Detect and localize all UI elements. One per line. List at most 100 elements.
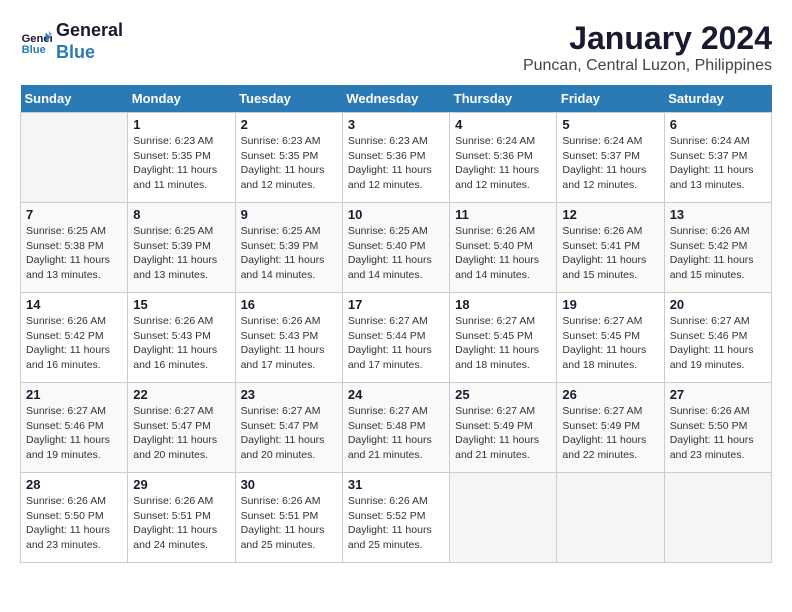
- day-number: 19: [562, 297, 658, 312]
- calendar-cell: 26 Sunrise: 6:27 AMSunset: 5:49 PMDayligh…: [557, 383, 664, 473]
- page-title: January 2024: [523, 20, 772, 57]
- day-info: Sunrise: 6:23 AMSunset: 5:35 PMDaylight:…: [133, 134, 229, 193]
- day-number: 26: [562, 387, 658, 402]
- day-number: 27: [670, 387, 766, 402]
- day-number: 29: [133, 477, 229, 492]
- title-block: January 2024 Puncan, Central Luzon, Phil…: [523, 20, 772, 75]
- day-info: Sunrise: 6:27 AMSunset: 5:49 PMDaylight:…: [562, 404, 658, 463]
- day-number: 17: [348, 297, 444, 312]
- calendar-cell: 17 Sunrise: 6:27 AMSunset: 5:44 PMDayligh…: [342, 293, 449, 383]
- header-monday: Monday: [128, 85, 235, 113]
- day-info: Sunrise: 6:27 AMSunset: 5:45 PMDaylight:…: [562, 314, 658, 373]
- calendar-cell: 29Sunrise: 6:26 AMSunset: 5:51 PMDayligh…: [128, 473, 235, 563]
- day-info: Sunrise: 6:27 AMSunset: 5:49 PMDaylight:…: [455, 404, 551, 463]
- day-info: Sunrise: 6:26 AMSunset: 5:43 PMDaylight:…: [133, 314, 229, 373]
- calendar-cell: [557, 473, 664, 563]
- day-number: 21: [26, 387, 122, 402]
- day-number: 8: [133, 207, 229, 222]
- calendar-cell: [664, 473, 771, 563]
- day-info: Sunrise: 6:27 AMSunset: 5:48 PMDaylight:…: [348, 404, 444, 463]
- calendar-cell: 1 Sunrise: 6:23 AMSunset: 5:35 PMDaylight…: [128, 113, 235, 203]
- header-sunday: Sunday: [21, 85, 128, 113]
- calendar-cell: 14 Sunrise: 6:26 AMSunset: 5:42 PMDayligh…: [21, 293, 128, 383]
- week-row-3: 14 Sunrise: 6:26 AMSunset: 5:42 PMDayligh…: [21, 293, 772, 383]
- day-info: Sunrise: 6:26 AMSunset: 5:41 PMDaylight:…: [562, 224, 658, 283]
- day-info: Sunrise: 6:26 AMSunset: 5:40 PMDaylight:…: [455, 224, 551, 283]
- day-number: 22: [133, 387, 229, 402]
- calendar-cell: 21Sunrise: 6:27 AMSunset: 5:46 PMDayligh…: [21, 383, 128, 473]
- day-number: 1: [133, 117, 229, 132]
- calendar-cell: 8Sunrise: 6:25 AMSunset: 5:39 PMDaylight…: [128, 203, 235, 293]
- day-info: Sunrise: 6:25 AMSunset: 5:40 PMDaylight:…: [348, 224, 444, 283]
- calendar-cell: 20 Sunrise: 6:27 AMSunset: 5:46 PMDayligh…: [664, 293, 771, 383]
- calendar-cell: 16 Sunrise: 6:26 AMSunset: 5:43 PMDayligh…: [235, 293, 342, 383]
- calendar-cell: 13Sunrise: 6:26 AMSunset: 5:42 PMDayligh…: [664, 203, 771, 293]
- day-number: 25: [455, 387, 551, 402]
- calendar-cell: 18Sunrise: 6:27 AMSunset: 5:45 PMDayligh…: [450, 293, 557, 383]
- day-number: 23: [241, 387, 337, 402]
- header-thursday: Thursday: [450, 85, 557, 113]
- day-info: Sunrise: 6:26 AMSunset: 5:52 PMDaylight:…: [348, 494, 444, 553]
- logo: General Blue General Blue: [20, 20, 123, 63]
- day-number: 20: [670, 297, 766, 312]
- calendar-cell: 7 Sunrise: 6:25 AMSunset: 5:38 PMDaylight…: [21, 203, 128, 293]
- day-info: Sunrise: 6:27 AMSunset: 5:47 PMDaylight:…: [133, 404, 229, 463]
- day-number: 12: [562, 207, 658, 222]
- day-info: Sunrise: 6:27 AMSunset: 5:45 PMDaylight:…: [455, 314, 551, 373]
- week-row-1: 1 Sunrise: 6:23 AMSunset: 5:35 PMDaylight…: [21, 113, 772, 203]
- day-info: Sunrise: 6:24 AMSunset: 5:37 PMDaylight:…: [562, 134, 658, 193]
- day-number: 3: [348, 117, 444, 132]
- day-number: 15: [133, 297, 229, 312]
- day-number: 7: [26, 207, 122, 222]
- header-friday: Friday: [557, 85, 664, 113]
- day-number: 5: [562, 117, 658, 132]
- calendar-cell: 2Sunrise: 6:23 AMSunset: 5:35 PMDaylight…: [235, 113, 342, 203]
- calendar-cell: 12 Sunrise: 6:26 AMSunset: 5:41 PMDayligh…: [557, 203, 664, 293]
- logo-blue: Blue: [56, 42, 123, 64]
- day-number: 2: [241, 117, 337, 132]
- day-info: Sunrise: 6:26 AMSunset: 5:50 PMDaylight:…: [670, 404, 766, 463]
- day-number: 9: [241, 207, 337, 222]
- logo-general: General: [56, 20, 123, 42]
- day-info: Sunrise: 6:27 AMSunset: 5:46 PMDaylight:…: [670, 314, 766, 373]
- calendar-cell: 25 Sunrise: 6:27 AMSunset: 5:49 PMDayligh…: [450, 383, 557, 473]
- calendar-cell: 24 Sunrise: 6:27 AMSunset: 5:48 PMDayligh…: [342, 383, 449, 473]
- calendar-cell: 27 Sunrise: 6:26 AMSunset: 5:50 PMDayligh…: [664, 383, 771, 473]
- day-info: Sunrise: 6:26 AMSunset: 5:43 PMDaylight:…: [241, 314, 337, 373]
- day-number: 31: [348, 477, 444, 492]
- calendar-cell: 31 Sunrise: 6:26 AMSunset: 5:52 PMDayligh…: [342, 473, 449, 563]
- calendar-cell: 22 Sunrise: 6:27 AMSunset: 5:47 PMDayligh…: [128, 383, 235, 473]
- day-number: 11: [455, 207, 551, 222]
- day-info: Sunrise: 6:25 AMSunset: 5:39 PMDaylight:…: [241, 224, 337, 283]
- calendar-cell: 10Sunrise: 6:25 AMSunset: 5:40 PMDayligh…: [342, 203, 449, 293]
- day-number: 24: [348, 387, 444, 402]
- calendar-cell: 15 Sunrise: 6:26 AMSunset: 5:43 PMDayligh…: [128, 293, 235, 383]
- calendar-cell: 4 Sunrise: 6:24 AMSunset: 5:36 PMDaylight…: [450, 113, 557, 203]
- calendar-cell: 19 Sunrise: 6:27 AMSunset: 5:45 PMDayligh…: [557, 293, 664, 383]
- calendar-cell: 23 Sunrise: 6:27 AMSunset: 5:47 PMDayligh…: [235, 383, 342, 473]
- day-info: Sunrise: 6:25 AMSunset: 5:38 PMDaylight:…: [26, 224, 122, 283]
- week-row-5: 28Sunrise: 6:26 AMSunset: 5:50 PMDayligh…: [21, 473, 772, 563]
- week-row-2: 7 Sunrise: 6:25 AMSunset: 5:38 PMDaylight…: [21, 203, 772, 293]
- calendar-cell: 5 Sunrise: 6:24 AMSunset: 5:37 PMDaylight…: [557, 113, 664, 203]
- header-wednesday: Wednesday: [342, 85, 449, 113]
- day-number: 14: [26, 297, 122, 312]
- calendar-cell: 28Sunrise: 6:26 AMSunset: 5:50 PMDayligh…: [21, 473, 128, 563]
- day-info: Sunrise: 6:26 AMSunset: 5:50 PMDaylight:…: [26, 494, 122, 553]
- logo-icon: General Blue: [20, 26, 52, 58]
- day-info: Sunrise: 6:26 AMSunset: 5:42 PMDaylight:…: [670, 224, 766, 283]
- day-info: Sunrise: 6:26 AMSunset: 5:42 PMDaylight:…: [26, 314, 122, 373]
- calendar-cell: 30Sunrise: 6:26 AMSunset: 5:51 PMDayligh…: [235, 473, 342, 563]
- calendar-cell: [21, 113, 128, 203]
- day-number: 4: [455, 117, 551, 132]
- day-info: Sunrise: 6:27 AMSunset: 5:47 PMDaylight:…: [241, 404, 337, 463]
- day-info: Sunrise: 6:24 AMSunset: 5:36 PMDaylight:…: [455, 134, 551, 193]
- header-tuesday: Tuesday: [235, 85, 342, 113]
- week-row-4: 21Sunrise: 6:27 AMSunset: 5:46 PMDayligh…: [21, 383, 772, 473]
- svg-text:Blue: Blue: [22, 44, 46, 56]
- day-number: 30: [241, 477, 337, 492]
- calendar-header-row: SundayMondayTuesdayWednesdayThursdayFrid…: [21, 85, 772, 113]
- day-info: Sunrise: 6:24 AMSunset: 5:37 PMDaylight:…: [670, 134, 766, 193]
- day-number: 16: [241, 297, 337, 312]
- day-info: Sunrise: 6:27 AMSunset: 5:44 PMDaylight:…: [348, 314, 444, 373]
